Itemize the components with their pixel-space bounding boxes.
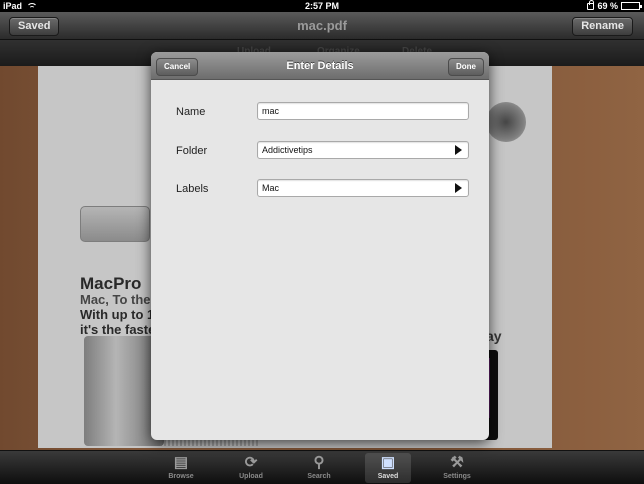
sync-icon: ⟳	[244, 454, 258, 471]
tab-search[interactable]: ⚲ Search	[296, 453, 342, 483]
navigation-bar: Saved mac.pdf Rename	[0, 12, 644, 40]
battery-percent: 69 %	[597, 1, 618, 11]
search-icon: ⚲	[313, 454, 325, 471]
document-title: mac.pdf	[297, 18, 347, 33]
done-button[interactable]: Done	[448, 58, 484, 76]
name-field-value: mac	[262, 106, 280, 116]
tab-upload-label: Upload	[239, 473, 263, 480]
name-field[interactable]: mac	[257, 102, 469, 120]
name-label: Name	[176, 106, 206, 118]
folder-value: Addictivetips	[262, 145, 313, 155]
browse-icon: ▤	[173, 454, 189, 471]
tab-upload[interactable]: ⟳ Upload	[228, 453, 274, 483]
dialog-title: Enter Details	[286, 60, 354, 72]
dialog-header: Cancel Enter Details Done	[151, 52, 489, 80]
chevron-right-icon	[455, 145, 462, 155]
labels-value: Mac	[262, 183, 280, 193]
labels-label: Labels	[176, 183, 209, 195]
enter-details-dialog: Cancel Enter Details Done Name mac Folde…	[151, 52, 489, 440]
tools-icon: ⚒	[450, 454, 464, 471]
tab-browse[interactable]: ▤ Browse	[158, 453, 204, 483]
rotation-lock-icon	[587, 0, 595, 10]
folder-label: Folder	[176, 145, 208, 157]
tab-saved-label: Saved	[377, 473, 399, 480]
labels-selector[interactable]: Mac	[257, 179, 469, 197]
battery-icon	[621, 2, 642, 10]
tab-saved[interactable]: ▣ Saved	[365, 453, 411, 483]
battery-group: 69 %	[587, 0, 642, 11]
status-bar: iPad 2:57 PM 69 %	[0, 0, 644, 12]
tab-search-label: Search	[307, 473, 331, 480]
rename-button[interactable]: Rename	[572, 17, 633, 36]
tab-settings[interactable]: ⚒ Settings	[434, 453, 480, 483]
chevron-right-icon	[455, 183, 462, 193]
tab-browse-label: Browse	[168, 473, 194, 480]
tab-bar: ▤ Browse ⟳ Upload ⚲ Search ▣ Saved ⚒ Set…	[0, 450, 644, 484]
tab-settings-label: Settings	[443, 473, 471, 480]
clock: 2:57 PM	[304, 1, 339, 11]
floppy-icon: ▣	[380, 454, 396, 471]
folder-selector[interactable]: Addictivetips	[257, 141, 469, 159]
